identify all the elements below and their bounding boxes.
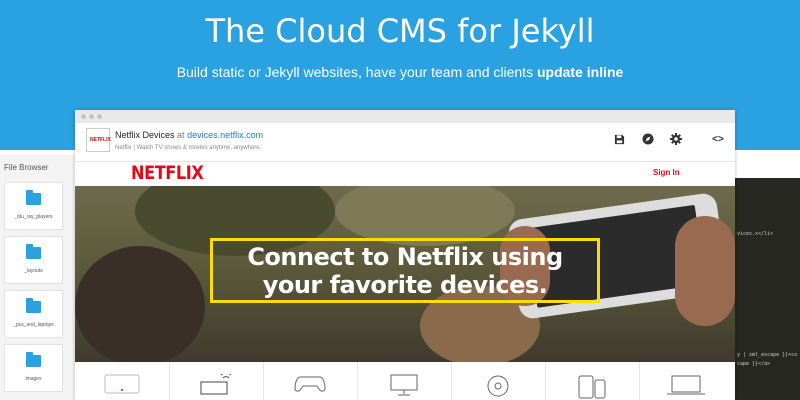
background-foliage: [335, 186, 515, 246]
hero-subtitle: Build static or Jekyll websites, have yo…: [0, 64, 800, 80]
code-line: vices.x</li>: [737, 231, 774, 237]
folder-item[interactable]: images: [4, 344, 63, 392]
promo-headline-box: Connect to Netflix using your favorite d…: [210, 238, 600, 303]
site-url-link[interactable]: devices.netflix.com: [187, 130, 263, 140]
window-dot[interactable]: [81, 114, 86, 119]
browser-window: NETFLIX Netflix Devices at devices.netfl…: [75, 110, 735, 400]
file-browser-title: File Browser: [4, 163, 49, 172]
site-at: at: [177, 130, 185, 140]
set-top-box-icon: [200, 374, 232, 395]
folder-label: _blu_ray_players: [14, 214, 53, 220]
tablet-phone-icon: [578, 375, 606, 399]
site-thumbnail[interactable]: NETFLIX: [86, 128, 111, 152]
folder-label: images: [25, 376, 42, 382]
folder-item[interactable]: _blu_ray_players: [4, 182, 63, 230]
hero-title: The Cloud CMS for Jekyll: [205, 12, 595, 50]
monitor-icon: [390, 374, 418, 396]
game-controller-icon: [294, 376, 326, 392]
sign-in-link[interactable]: Sign In: [653, 168, 680, 177]
disc-icon: [487, 375, 509, 397]
device-mobile[interactable]: [545, 362, 640, 400]
site-title: Netflix Devices at devices.netflix.com: [115, 130, 263, 140]
hero-subtitle-text: Build static or Jekyll websites, have yo…: [176, 64, 534, 80]
netflix-logo[interactable]: NETFLIX: [131, 162, 204, 184]
compass-icon[interactable]: [641, 132, 655, 146]
folder-icon: [26, 190, 41, 205]
window-dot[interactable]: [97, 114, 102, 119]
hero-subtitle-bold: update inline: [536, 64, 624, 80]
save-icon[interactable]: [612, 132, 626, 146]
person-head: [75, 246, 205, 362]
laptop-icon: [667, 375, 705, 395]
code-icon[interactable]: <>: [711, 132, 725, 146]
folder-item[interactable]: _layouts: [4, 236, 63, 284]
device-strip: [75, 362, 735, 400]
promo-hero-image: Connect to Netflix using your favorite d…: [75, 186, 735, 362]
device-set-top-box[interactable]: [169, 362, 264, 400]
device-tv[interactable]: [75, 362, 170, 400]
folder-icon: [26, 352, 41, 367]
site-description: Netflix | Watch TV shows & movies anytim…: [115, 145, 262, 151]
browser-chrome: [75, 110, 735, 123]
folder-label: _pcs_and_laptops: [13, 322, 54, 328]
tv-icon: [104, 374, 140, 394]
folder-label: _layouts: [24, 268, 43, 274]
cms-toolbar: NETFLIX Netflix Devices at devices.netfl…: [75, 123, 735, 162]
device-laptop[interactable]: [639, 362, 733, 400]
folder-item[interactable]: _pcs_and_laptops: [4, 290, 63, 338]
folder-icon: [26, 298, 41, 313]
hand: [675, 216, 735, 326]
device-blu-ray[interactable]: [451, 362, 546, 400]
promo-line-2: your favorite devices.: [262, 271, 548, 299]
netflix-header: NETFLIX Sign In: [75, 162, 735, 186]
device-pc[interactable]: [357, 362, 452, 400]
code-editor-panel: vices.x</li> y | xml_escape }}<co cape }…: [735, 178, 800, 400]
site-name: Netflix Devices: [115, 130, 175, 140]
code-line: cape }}</a>: [737, 361, 771, 367]
gear-icon[interactable]: [669, 132, 683, 146]
device-game-console[interactable]: [263, 362, 358, 400]
folder-icon: [26, 244, 41, 259]
file-browser-panel: File Browser _blu_ray_players _layouts _…: [0, 155, 75, 400]
thumbnail-logo: NETFLIX: [90, 137, 111, 143]
code-line: y | xml_escape }}<co: [737, 352, 798, 358]
window-dot[interactable]: [89, 114, 94, 119]
promo-line-1: Connect to Netflix using: [247, 243, 563, 271]
